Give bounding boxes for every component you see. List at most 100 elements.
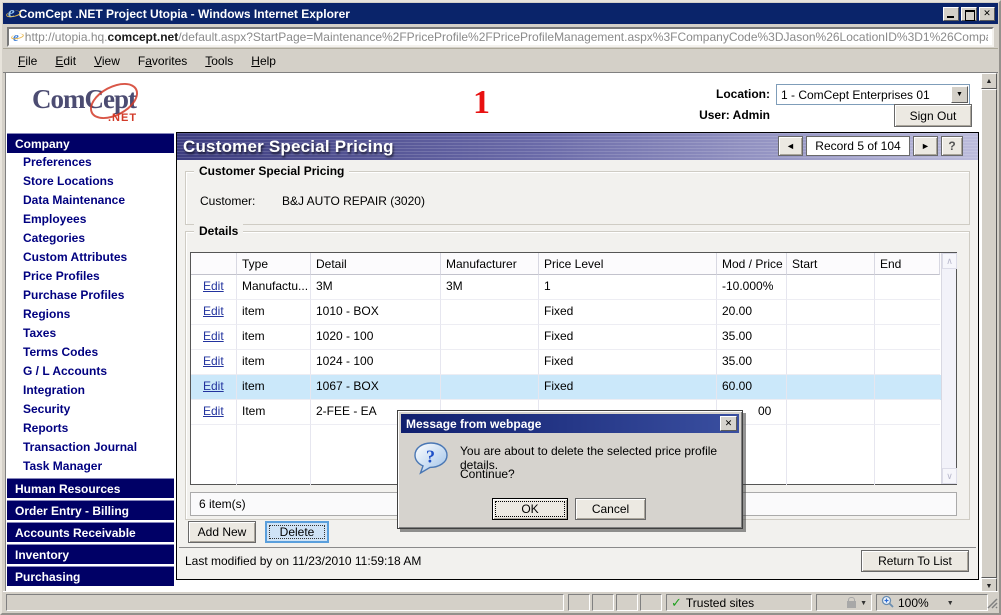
comcept-logo: ComCept .NET xyxy=(32,84,172,130)
record-counter: Record 5 of 104 xyxy=(806,136,910,156)
menu-favorites[interactable]: Favorites xyxy=(129,51,196,71)
status-panel xyxy=(616,594,638,611)
customer-value: B&J AUTO REPAIR (3020) xyxy=(282,194,425,208)
table-row-selected: Edit item 1067 - BOX Fixed 60.00 xyxy=(191,375,956,400)
security-zone-panel: ✓ Trusted sites xyxy=(666,594,812,611)
details-legend: Details xyxy=(194,224,243,238)
browser-window: e ComCept .NET Project Utopia - Windows … xyxy=(0,0,1001,615)
chevron-down-icon[interactable]: ▼ xyxy=(951,86,968,103)
minimize-button[interactable] xyxy=(943,7,959,21)
title-bar: e ComCept .NET Project Utopia - Windows … xyxy=(3,3,998,24)
page-title: Customer Special Pricing xyxy=(177,137,394,157)
sidebar-item-preferences[interactable]: Preferences xyxy=(7,153,174,172)
delete-button[interactable]: Delete xyxy=(265,521,329,543)
sidebar-item-custom-attributes[interactable]: Custom Attributes xyxy=(7,248,174,267)
protected-mode-panel[interactable]: ▼ xyxy=(816,594,872,611)
sidebar-item-regions[interactable]: Regions xyxy=(7,305,174,324)
record-prev-button[interactable]: ◄ xyxy=(778,136,803,156)
edit-link[interactable]: Edit xyxy=(203,379,224,393)
scrollbar-thumb[interactable] xyxy=(981,89,997,578)
red-annotation: 1 xyxy=(473,84,490,122)
menu-bar: File Edit View Favorites Tools Help xyxy=(3,49,998,73)
edit-link[interactable]: Edit xyxy=(203,329,224,343)
magnifier-icon xyxy=(881,595,894,611)
customer-panel-legend: Customer Special Pricing xyxy=(194,164,349,178)
customer-label: Customer: xyxy=(200,194,255,208)
menu-tools[interactable]: Tools xyxy=(196,51,242,71)
confirm-dialog: Message from webpage ✕ ? You are about t… xyxy=(397,410,743,529)
ie-logo-icon: e xyxy=(8,5,15,22)
sidebar-item-purchase-profiles[interactable]: Purchase Profiles xyxy=(7,286,174,305)
col-start: Start xyxy=(787,253,875,275)
address-input[interactable]: e http://utopia.hq.comcept.net/default.a… xyxy=(7,27,994,47)
maximize-button[interactable] xyxy=(961,7,977,21)
location-select[interactable]: 1 - ComCept Enterprises 01 ▼ xyxy=(776,84,970,105)
edit-link[interactable]: Edit xyxy=(203,354,224,368)
sidebar-item-taxes[interactable]: Taxes xyxy=(7,324,174,343)
question-icon: ? xyxy=(413,442,449,478)
sidebar-item-integration[interactable]: Integration xyxy=(7,381,174,400)
sidebar-item-transaction-journal[interactable]: Transaction Journal xyxy=(7,438,174,457)
user-label: User: Admin xyxy=(652,108,770,122)
table-row: Edit item 1020 - 100 Fixed 35.00 xyxy=(191,325,956,350)
edit-link[interactable]: Edit xyxy=(203,404,224,418)
sidebar-section-inventory[interactable]: Inventory xyxy=(7,544,174,564)
ok-button[interactable]: OK xyxy=(492,498,568,520)
sidebar-section-order-entry-billing[interactable]: Order Entry - Billing xyxy=(7,500,174,520)
zoom-panel[interactable]: 100% ▼ xyxy=(876,594,988,611)
browser-scrollbar[interactable]: ▲ ▼ xyxy=(981,73,997,594)
menu-view[interactable]: View xyxy=(85,51,129,71)
table-scroll-up-icon[interactable]: ∧ xyxy=(942,253,957,269)
table-header-row: Type Detail Manufacturer Price Level Mod… xyxy=(191,253,956,275)
sidebar-item-store-locations[interactable]: Store Locations xyxy=(7,172,174,191)
location-label: Location: xyxy=(662,87,770,101)
cancel-button[interactable]: Cancel xyxy=(575,498,646,520)
sidebar-item-categories[interactable]: Categories xyxy=(7,229,174,248)
dialog-question: Continue? xyxy=(460,467,515,481)
sidebar-item-price-profiles[interactable]: Price Profiles xyxy=(7,267,174,286)
chevron-down-icon[interactable]: ▼ xyxy=(860,600,867,607)
help-button[interactable]: ? xyxy=(941,136,963,156)
trusted-sites-label: Trusted sites xyxy=(686,596,754,610)
sidebar-section-company[interactable]: Company xyxy=(7,133,174,153)
close-button[interactable]: ✕ xyxy=(979,7,995,21)
table-row: Edit item 1010 - BOX Fixed 20.00 xyxy=(191,300,956,325)
sign-out-button[interactable]: Sign Out xyxy=(894,104,972,127)
menu-help[interactable]: Help xyxy=(242,51,285,71)
sidebar-item-reports[interactable]: Reports xyxy=(7,419,174,438)
scroll-up-icon[interactable]: ▲ xyxy=(981,73,997,89)
table-row: Edit Manufactu... 3M 3M 1 -10.000% xyxy=(191,275,956,300)
col-mod-price: Mod / Price xyxy=(717,253,787,275)
col-type: Type xyxy=(237,253,311,275)
table-scrollbar[interactable]: ∧ ∨ xyxy=(941,253,956,484)
table-scroll-down-icon[interactable]: ∨ xyxy=(942,468,957,484)
menu-file[interactable]: File xyxy=(9,51,46,71)
url-text: http://utopia.hq.comcept.net/default.asp… xyxy=(25,30,988,44)
menu-edit[interactable]: Edit xyxy=(46,51,85,71)
add-new-button[interactable]: Add New xyxy=(188,521,256,543)
sidebar-item-task-manager[interactable]: Task Manager xyxy=(7,457,174,476)
sidebar-item-employees[interactable]: Employees xyxy=(7,210,174,229)
edit-link[interactable]: Edit xyxy=(203,279,224,293)
sidebar-section-human-resources[interactable]: Human Resources xyxy=(7,478,174,498)
sidebar-item-data-maintenance[interactable]: Data Maintenance xyxy=(7,191,174,210)
status-panel xyxy=(592,594,614,611)
sidebar-section-accounts-receivable[interactable]: Accounts Receivable xyxy=(7,522,174,542)
last-modified-text: Last modified by on 11/23/2010 11:59:18 … xyxy=(185,554,421,568)
window-title: ComCept .NET Project Utopia - Windows In… xyxy=(19,7,941,21)
edit-link[interactable]: Edit xyxy=(203,304,224,318)
sidebar-item-security[interactable]: Security xyxy=(7,400,174,419)
address-bar: e http://utopia.hq.comcept.net/default.a… xyxy=(3,25,998,49)
divider xyxy=(179,547,976,548)
sidebar-item-terms-codes[interactable]: Terms Codes xyxy=(7,343,174,362)
dialog-title-bar: Message from webpage ✕ xyxy=(401,414,739,433)
zoom-level: 100% xyxy=(898,596,929,610)
sidebar-section-purchasing[interactable]: Purchasing xyxy=(7,566,174,586)
sidebar-item-gl-accounts[interactable]: G / L Accounts xyxy=(7,362,174,381)
status-panel xyxy=(568,594,590,611)
dialog-close-icon[interactable]: ✕ xyxy=(720,416,737,431)
resize-grip[interactable] xyxy=(984,595,998,612)
chevron-down-icon[interactable]: ▼ xyxy=(947,600,954,607)
return-to-list-button[interactable]: Return To List xyxy=(861,550,969,572)
record-next-button[interactable]: ► xyxy=(913,136,938,156)
